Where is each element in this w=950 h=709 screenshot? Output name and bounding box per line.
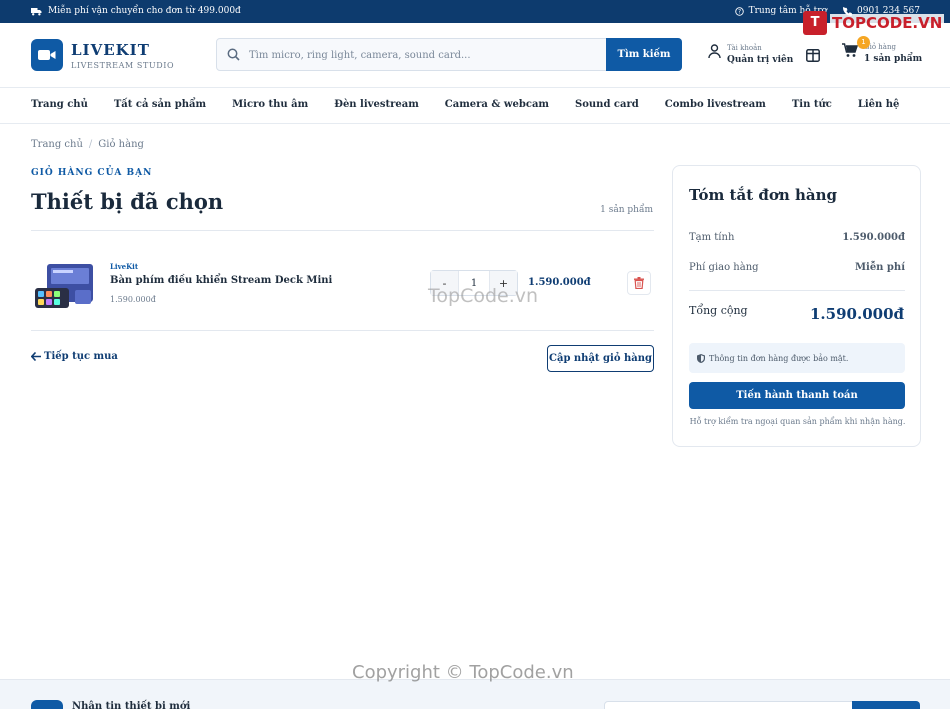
remove-item-button[interactable] [627, 271, 651, 295]
shield-icon [697, 353, 705, 363]
page-title: Thiết bị đã chọn [31, 189, 224, 214]
search-icon [227, 48, 240, 61]
product-unit-price: 1.590.000đ [110, 295, 156, 304]
brand-name: LIVEKIT [71, 40, 150, 59]
watermark-brand-text: TOPCODE.VN [830, 14, 945, 32]
brand-logo[interactable]: LIVEKIT LIVESTREAM STUDIO [31, 39, 174, 71]
cart-count-text: 1 sản phẩm [864, 54, 923, 64]
brand-tagline: LIVESTREAM STUDIO [71, 60, 175, 70]
newsletter-title: Nhận tin thiết bị mới [72, 701, 191, 709]
cart-item: LiveKit Bàn phím điều khiển Stream Deck … [31, 255, 654, 317]
svg-text:?: ? [738, 9, 741, 15]
watermark-center: TopCode.vn [428, 285, 539, 307]
secure-notice: Thông tin đơn hàng được bảo mật. [689, 343, 905, 373]
shipping-notice: Miễn phí vận chuyển cho đơn từ 499.000đ [31, 6, 241, 16]
secure-note-text: Thông tin đơn hàng được bảo mật. [709, 353, 849, 363]
nav-item-sound-card[interactable]: Sound card [575, 99, 639, 110]
newsletter-email-input[interactable] [604, 701, 854, 709]
arrow-left-icon [31, 352, 41, 361]
account-name: Quản trị viên [727, 55, 794, 65]
breadcrumb-home[interactable]: Trang chủ [31, 139, 83, 150]
subtotal-label: Tạm tính [689, 232, 735, 243]
checkout-button[interactable]: Tiến hành thanh toán [689, 382, 905, 409]
search-button[interactable]: Tìm kiếm [606, 38, 682, 71]
nav-item-home[interactable]: Trang chủ [31, 99, 88, 110]
watermark-copyright: Copyright © TopCode.vn [352, 662, 574, 683]
summary-divider [689, 290, 905, 291]
product-name[interactable]: Bàn phím điều khiển Stream Deck Mini [110, 275, 332, 286]
video-camera-icon [31, 39, 63, 71]
nav-item-all-products[interactable]: Tất cả sản phẩm [114, 99, 206, 110]
summary-shipping-row: Phí giao hàng Miễn phí [689, 262, 905, 273]
summary-title: Tóm tắt đơn hàng [689, 186, 837, 204]
watermark-logo-icon: T [803, 11, 827, 35]
shipping-value: Miễn phí [854, 262, 905, 273]
subtotal-value: 1.590.000đ [842, 232, 905, 243]
cart-divider-top [31, 230, 654, 231]
breadcrumb-current: Giỏ hàng [98, 139, 144, 150]
cart-label: Giỏ hàng [864, 43, 896, 51]
search-input[interactable] [249, 46, 599, 64]
truck-icon [31, 7, 42, 15]
summary-subtotal-row: Tạm tính 1.590.000đ [689, 232, 905, 243]
total-label: Tổng cộng [689, 304, 748, 317]
nav-item-cameras[interactable]: Camera & webcam [445, 99, 549, 110]
nav-item-news[interactable]: Tin tức [792, 99, 832, 110]
account-menu[interactable]: Tài khoản Quản trị viên [708, 44, 793, 65]
nav-item-microphones[interactable]: Micro thu âm [232, 99, 308, 110]
help-circle-icon: ? [734, 6, 744, 16]
nav-item-combo[interactable]: Combo livestream [665, 99, 766, 110]
search-bar: Tìm kiếm [216, 38, 682, 71]
cart-eyebrow: GIỎ HÀNG CỦA BẠN [31, 168, 153, 178]
shipping-text: Miễn phí vận chuyển cho đơn từ 499.000đ [48, 6, 241, 16]
user-icon [708, 44, 721, 59]
total-value: 1.590.000đ [810, 305, 904, 323]
main-nav: Trang chủ Tất cả sản phẩm Micro thu âm Đ… [0, 87, 950, 124]
layout-grid-icon[interactable] [806, 47, 820, 66]
header-cart[interactable]: 1 Giỏ hàng 1 sản phẩm [842, 36, 923, 64]
shipping-label: Phí giao hàng [689, 262, 759, 273]
mail-icon [31, 700, 63, 709]
continue-shopping-label: Tiếp tục mua [44, 351, 118, 362]
newsletter-subscribe-button[interactable] [852, 701, 920, 709]
cart-divider-bottom [31, 330, 654, 331]
account-label: Tài khoản [727, 44, 762, 52]
cart-count-badge: 1 [857, 36, 870, 49]
nav-item-lights[interactable]: Đèn livestream [334, 99, 419, 110]
shopping-cart-icon [842, 43, 858, 57]
order-summary: Tóm tắt đơn hàng Tạm tính 1.590.000đ Phí… [672, 165, 921, 447]
update-cart-button[interactable]: Cập nhật giỏ hàng [547, 345, 654, 372]
newsletter-section: Nhận tin thiết bị mới [0, 679, 950, 709]
cart-item-count: 1 sản phẩm [600, 205, 653, 215]
trash-icon [634, 277, 644, 289]
watermark-brand: T TOPCODE.VN [803, 11, 945, 35]
continue-shopping-link[interactable]: Tiếp tục mua [31, 351, 118, 362]
breadcrumb: Trang chủ / Giỏ hàng [31, 139, 144, 150]
product-thumbnail[interactable] [31, 260, 97, 310]
support-note: Hỗ trợ kiểm tra ngoại quan sản phẩm khi … [689, 417, 906, 426]
product-brand: LiveKit [110, 262, 139, 271]
breadcrumb-separator: / [88, 139, 93, 150]
nav-item-contact[interactable]: Liên hệ [858, 99, 900, 110]
